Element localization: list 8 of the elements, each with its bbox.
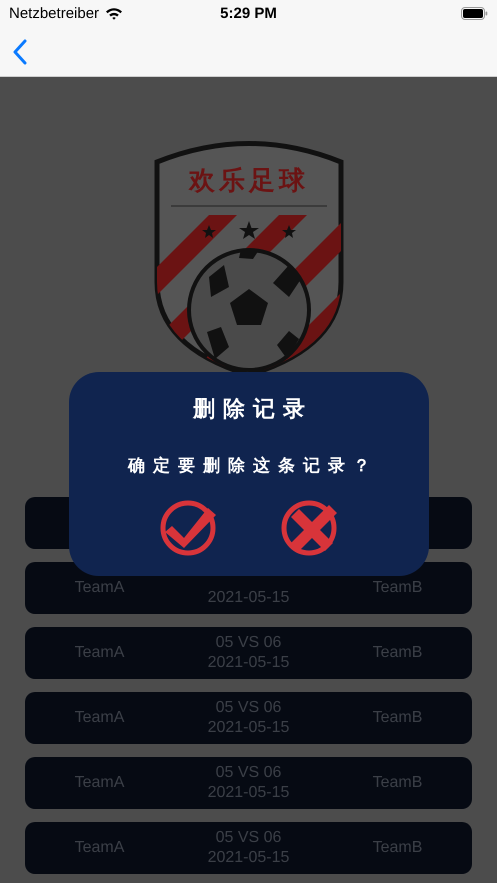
wifi-icon [105,7,124,20]
logo-text: 欢乐足球 [188,166,308,196]
carrier-name: Netzbetreiber [9,5,100,22]
dialog-title: 删除记录 [193,395,313,423]
clock-time: 5:29 PM [220,5,277,22]
dialog-message: 确定要删除这条记录？ [128,455,378,477]
battery-icon [461,7,488,20]
back-button[interactable] [12,38,28,64]
